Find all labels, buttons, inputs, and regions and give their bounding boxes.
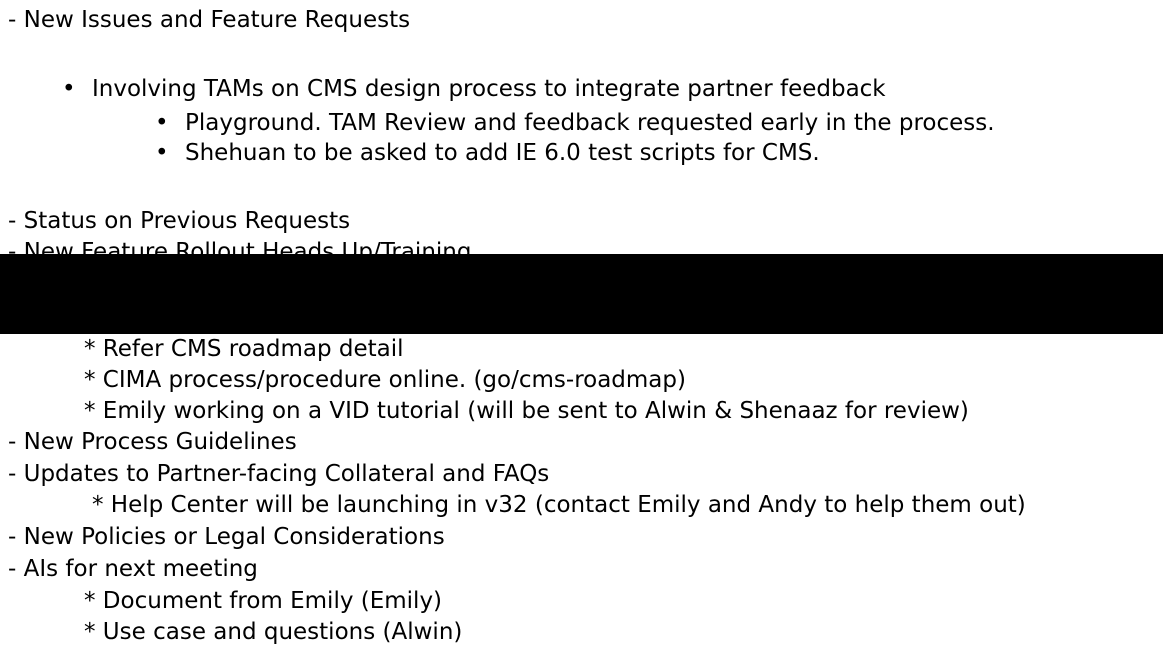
section-heading-ais: - AIs for next meeting (8, 556, 258, 582)
section-heading-status: - Status on Previous Requests (8, 208, 351, 234)
rollout-item: * Emily working on a VID tutorial (will … (84, 398, 969, 424)
list-item-text: Involving TAMs on CMS design process to … (92, 76, 886, 102)
sub-list-item-text: Playground. TAM Review and feedback requ… (185, 110, 995, 136)
section-heading-new-issues: - New Issues and Feature Requests (8, 7, 411, 33)
bullet-icon: • (62, 76, 76, 102)
section-heading-process: - New Process Guidelines (8, 429, 297, 455)
sub-list-item-text: Shehuan to be asked to add IE 6.0 test s… (185, 140, 820, 166)
collateral-item: * Help Center will be launching in v32 (… (92, 492, 1026, 518)
bullet-icon: • (155, 110, 169, 136)
section-heading-policies: - New Policies or Legal Considerations (8, 524, 445, 550)
sub-list-item: • Playground. TAM Review and feedback req… (155, 109, 995, 137)
ai-item: * Use case and questions (Alwin) (84, 619, 463, 645)
bullet-icon: • (155, 140, 169, 166)
rollout-item: * Refer CMS roadmap detail (84, 336, 404, 362)
redaction-bar (0, 254, 1163, 334)
rollout-item: * CIMA process/procedure online. (go/cms… (84, 367, 686, 393)
ai-item: * Document from Emily (Emily) (84, 588, 443, 614)
section-heading-collateral: - Updates to Partner-facing Collateral a… (8, 461, 550, 487)
sub-list-item: • Shehuan to be asked to add IE 6.0 test … (155, 139, 820, 167)
list-item: • Involving TAMs on CMS design process to… (62, 75, 886, 103)
